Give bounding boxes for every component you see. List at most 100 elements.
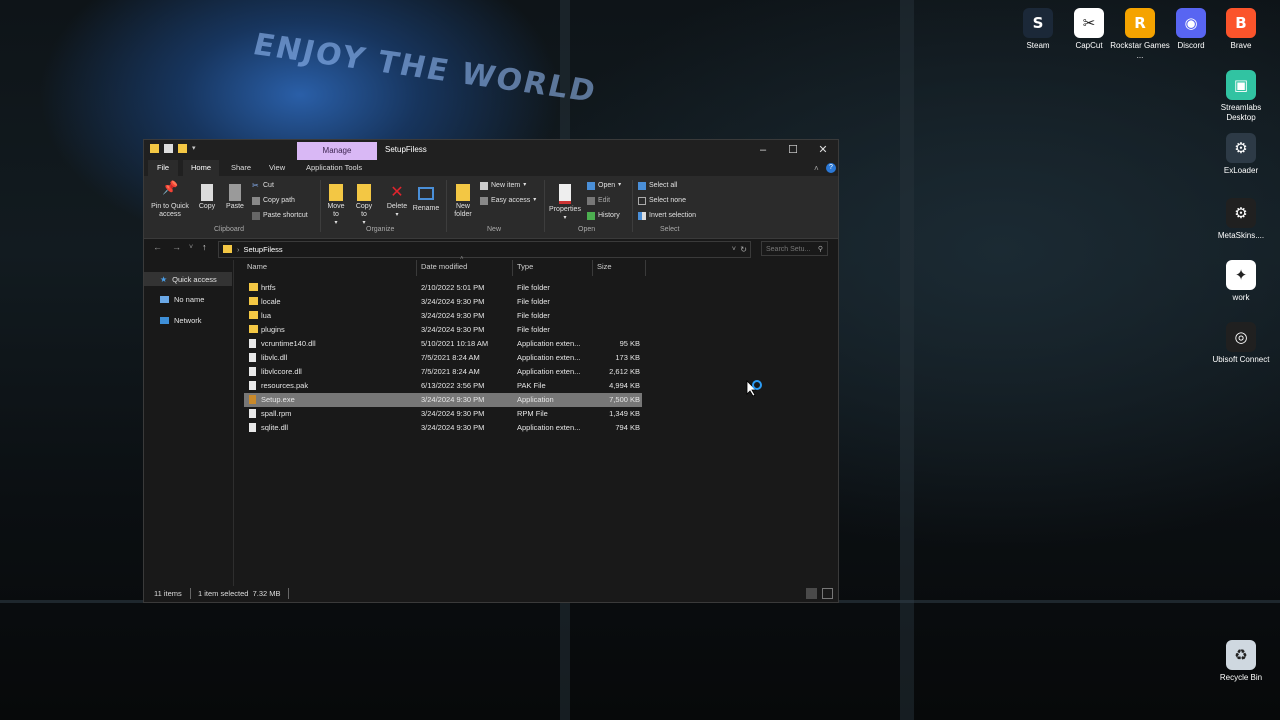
file-row[interactable]: plugins 3/24/2024 9:30 PM File folder [244, 323, 642, 337]
recent-locations-button[interactable]: ˅ [189, 244, 193, 251]
status-divider [190, 588, 191, 599]
file-date: 3/24/2024 9:30 PM [421, 325, 485, 334]
nav-item-network[interactable]: Network [160, 316, 202, 325]
application-icon [249, 395, 256, 404]
desktop-shortcut[interactable]: ✦ work [1211, 260, 1271, 303]
minimize-button[interactable]: – [748, 142, 778, 158]
tab-application-tools[interactable]: Application Tools [298, 160, 370, 176]
rename-button[interactable]: Rename [412, 184, 440, 213]
column-divider[interactable] [645, 260, 646, 276]
column-header-name[interactable]: Name [247, 262, 267, 271]
paste-button[interactable]: Paste [223, 184, 247, 211]
star-icon: ★ [160, 274, 168, 284]
new-folder-button[interactable]: New folder [450, 184, 476, 219]
desktop-shortcut[interactable]: ▣ Streamlabs Desktop [1211, 70, 1271, 123]
tab-view[interactable]: View [261, 160, 293, 176]
file-name: libvlccore.dll [261, 367, 302, 376]
copy-to-icon [357, 184, 371, 201]
file-row[interactable]: vcruntime140.dll 5/10/2021 10:18 AM Applic… [244, 337, 642, 351]
chevron-down-icon[interactable]: ▾ [192, 144, 198, 153]
search-input[interactable]: Search Setu... ⚲ [761, 241, 828, 256]
close-button[interactable]: ✕ [808, 142, 838, 158]
desktop-shortcut-label: Recycle Bin [1219, 673, 1263, 682]
item-count: 11 items [154, 589, 182, 598]
help-icon[interactable]: ? [826, 163, 836, 173]
easy-access-button[interactable]: Easy access ▾ [480, 194, 536, 207]
copy-button[interactable]: Copy [195, 184, 219, 211]
properties-icon[interactable] [164, 144, 173, 153]
folder-icon [223, 245, 232, 253]
details-view-button[interactable] [806, 588, 817, 599]
column-divider[interactable] [416, 260, 417, 276]
file-date: 3/24/2024 9:30 PM [421, 409, 485, 418]
desktop-shortcut[interactable]: ⚙ MetaSkins.... [1211, 198, 1271, 241]
desktop-shortcut[interactable]: B Brave [1211, 8, 1271, 51]
delete-button[interactable]: ✕ Delete ▾ [384, 184, 410, 219]
tab-manage[interactable]: Manage [297, 142, 377, 160]
move-to-button[interactable]: Move to ▾ [324, 184, 348, 227]
tab-file[interactable]: File [148, 160, 179, 176]
app-icon: ⚙ [1226, 133, 1256, 163]
nav-item-quick-access[interactable]: ★ Quick access [144, 272, 232, 286]
column-header-type[interactable]: Type [517, 262, 533, 271]
copy-path-icon [252, 196, 260, 205]
file-row[interactable]: hrtfs 2/10/2022 5:01 PM File folder [244, 281, 642, 295]
copy-to-button[interactable]: Copy to ▾ [352, 184, 376, 227]
forward-button[interactable]: → [172, 242, 181, 252]
column-header-size[interactable]: Size [597, 262, 612, 271]
address-field[interactable]: › SetupFiless ˅ ↻ [218, 241, 751, 258]
column-divider[interactable] [592, 260, 593, 276]
file-row[interactable]: resources.pak 6/13/2022 3:56 PM PAK File 4,… [244, 379, 642, 393]
chevron-down-icon[interactable]: ˅ [732, 242, 736, 257]
file-row[interactable]: spall.rpm 3/24/2024 9:30 PM RPM File 1,349 … [244, 407, 642, 421]
new-folder-icon[interactable] [178, 144, 187, 153]
desktop-shortcut[interactable]: ⚙ ExLoader [1211, 133, 1271, 176]
select-all-button[interactable]: Select all [638, 179, 677, 192]
file-row[interactable]: libvlc.dll 7/5/2021 8:24 AM Application ex… [244, 351, 642, 365]
column-divider[interactable] [512, 260, 513, 276]
folder-icon [249, 297, 258, 305]
desktop-shortcut-label: Streamlabs Desktop [1220, 103, 1262, 122]
invert-selection-icon [638, 211, 646, 220]
new-item-button[interactable]: New item ▾ [480, 179, 526, 192]
group-divider [446, 180, 447, 232]
file-row[interactable]: lua 3/24/2024 9:30 PM File folder [244, 309, 642, 323]
tab-home[interactable]: Home [183, 160, 220, 176]
select-none-button[interactable]: Select none [638, 194, 686, 207]
status-bar: 11 items 1 item selected 7.32 MB [144, 586, 838, 602]
back-button[interactable]: ← [153, 242, 162, 252]
paste-shortcut-button[interactable]: Paste shortcut [252, 209, 308, 222]
file-date: 3/24/2024 9:30 PM [421, 423, 485, 432]
file-row[interactable]: Setup.exe 3/24/2024 9:30 PM Application 7,5… [244, 393, 642, 407]
invert-selection-button[interactable]: Invert selection [638, 209, 696, 222]
maximize-button[interactable]: ☐ [778, 142, 808, 158]
pin-to-quick-access-button[interactable]: 📌 Pin to Quick access [148, 181, 192, 219]
column-header-date[interactable]: Date modified [421, 262, 467, 271]
file-row[interactable]: sqlite.dll 3/24/2024 9:30 PM Application e… [244, 421, 642, 435]
file-icon [249, 423, 256, 432]
edit-button[interactable]: Edit [587, 194, 610, 207]
desktop-shortcut[interactable]: ♻ Recycle Bin [1211, 640, 1271, 683]
file-row[interactable]: libvlccore.dll 7/5/2021 8:24 AM Applicatio… [244, 365, 642, 379]
copy-path-button[interactable]: Copy path [252, 194, 295, 207]
large-icons-view-button[interactable] [822, 588, 833, 599]
move-to-icon [329, 184, 343, 201]
file-row[interactable]: locale 3/24/2024 9:30 PM File folder [244, 295, 642, 309]
file-date: 3/24/2024 9:30 PM [421, 297, 485, 306]
tab-share[interactable]: Share [223, 160, 259, 176]
file-type: Application exten... [517, 423, 581, 432]
refresh-icon[interactable]: ↻ [740, 242, 747, 257]
desktop-shortcut[interactable]: ◎ Ubisoft Connect [1211, 322, 1271, 365]
properties-button[interactable]: Properties ▾ [547, 184, 583, 222]
file-date: 5/10/2021 10:18 AM [421, 339, 489, 348]
history-button[interactable]: History [587, 209, 620, 222]
select-all-icon [638, 181, 646, 190]
cut-button[interactable]: ✂ Cut [252, 179, 274, 192]
up-button[interactable]: ↑ [202, 242, 207, 252]
chevron-up-icon[interactable]: ˄ [814, 164, 819, 173]
file-size: 4,994 KB [609, 381, 640, 390]
open-button[interactable]: Open ▾ [587, 179, 621, 192]
nav-item-no-name[interactable]: No name [160, 295, 204, 304]
title-bar[interactable]: ▾ Manage SetupFiless – ☐ ✕ [144, 140, 838, 160]
desktop-shortcut-label: work [1232, 293, 1250, 302]
